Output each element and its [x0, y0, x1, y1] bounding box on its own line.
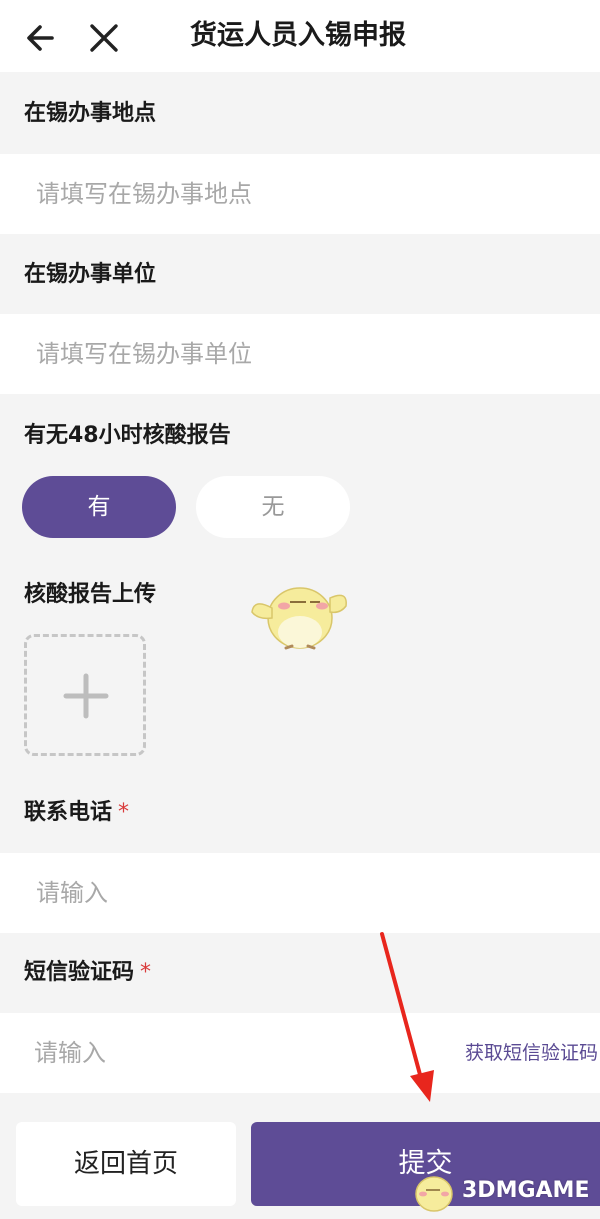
plus-icon	[63, 673, 109, 719]
required-mark: *	[140, 960, 152, 985]
sms-placeholder: 请输入	[34, 1039, 106, 1067]
upload-label: 核酸报告上传	[24, 582, 157, 607]
required-mark: *	[118, 800, 130, 825]
get-sms-code-link[interactable]: 获取短信验证码	[465, 1013, 598, 1093]
phone-label: 联系电话 *	[24, 797, 129, 829]
phone-label-text: 联系电话	[24, 800, 113, 825]
option-no-button[interactable]: 无	[196, 476, 350, 538]
watermark: 3DMGAME	[410, 1168, 600, 1216]
nucleic-report-label: 有无48小时核酸报告	[24, 423, 231, 448]
mascot-sticker-icon	[251, 587, 347, 650]
location-label: 在锡办事地点	[24, 101, 157, 126]
location-placeholder: 请填写在锡办事地点	[36, 180, 252, 208]
unit-label: 在锡办事单位	[24, 262, 157, 287]
red-annotation-arrow-icon	[380, 932, 434, 1102]
sms-label-text: 短信验证码	[24, 960, 135, 985]
sms-label: 短信验证码 *	[24, 957, 151, 989]
option-yes-button[interactable]: 有	[22, 476, 176, 538]
back-home-button[interactable]: 返回首页	[16, 1122, 236, 1206]
top-bar: 货运人员入锡申报	[0, 0, 600, 72]
sms-code-input[interactable]: 请输入 获取短信验证码	[0, 1013, 600, 1093]
unit-input[interactable]: 请填写在锡办事单位	[0, 314, 600, 394]
phone-placeholder: 请输入	[36, 879, 108, 907]
watermark-mascot-icon	[415, 1176, 453, 1212]
watermark-text: 3DMGAME	[462, 1178, 590, 1203]
location-input[interactable]: 请填写在锡办事地点	[0, 154, 600, 234]
arrow-left-icon[interactable]	[22, 18, 62, 58]
page-title: 货运人员入锡申报	[190, 20, 406, 51]
phone-input[interactable]: 请输入	[0, 853, 600, 933]
close-icon[interactable]	[84, 18, 124, 58]
upload-box[interactable]	[24, 634, 146, 756]
unit-placeholder: 请填写在锡办事单位	[36, 340, 252, 368]
